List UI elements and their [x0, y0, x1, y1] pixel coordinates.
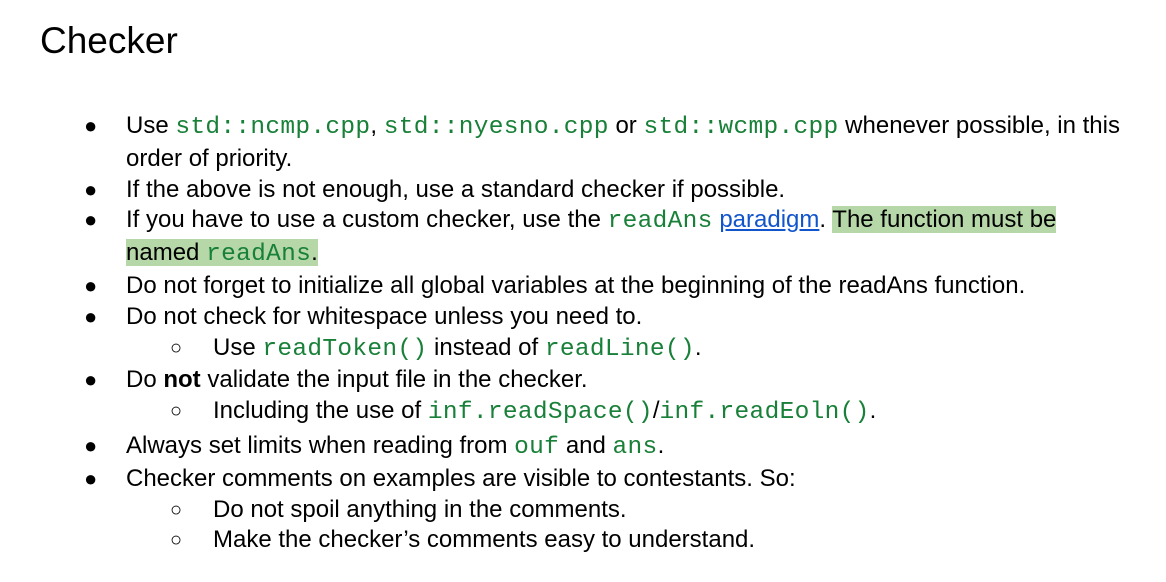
guideline-list: ● Use std::ncmp.cpp, std::nyesno.cpp or … — [0, 111, 1166, 556]
item-text: Use — [126, 112, 176, 139]
code-readtoken: readToken() — [262, 335, 428, 363]
item-text: Do not spoil anything in the comments. — [213, 495, 627, 523]
code-readeoln: inf.readEoln() — [659, 399, 870, 427]
item-text: If you have to use a custom checker, use… — [126, 206, 608, 234]
item-text: , — [370, 112, 384, 139]
bullet-icon: ● — [84, 176, 98, 202]
list-item: ● If you have to use a custom checker, u… — [0, 205, 1166, 271]
bullet-icon: ● — [84, 207, 98, 233]
list-item: ● Use std::ncmp.cpp, std::nyesno.cpp or … — [0, 111, 1166, 175]
item-text: / — [652, 397, 660, 425]
code-ouf: ouf — [514, 433, 560, 461]
code-ans: ans — [612, 433, 658, 461]
item-text: Do — [126, 366, 164, 394]
sub-list-item: ○ Do not spoil anything in the comments. — [0, 495, 1166, 526]
item-text: Including the use of — [213, 397, 428, 425]
list-item: ● If the above is not enough, use a stan… — [0, 175, 1166, 206]
code-readline: readLine() — [544, 335, 695, 363]
item-text: . — [657, 431, 665, 459]
paradigm-link[interactable]: paradigm — [719, 206, 819, 233]
sub-bullet-icon: ○ — [170, 529, 183, 552]
bullet-icon: ● — [84, 367, 98, 393]
list-item: ● Do not forget to initialize all global… — [0, 271, 1166, 302]
sub-bullet-icon: ○ — [170, 400, 183, 423]
list-item: ● Checker comments on examples are visib… — [0, 464, 1166, 495]
sub-list-item: ○ Including the use of inf.readSpace()/i… — [0, 396, 1166, 429]
item-text: . — [694, 333, 702, 361]
item-text: instead of — [427, 333, 545, 361]
item-text: Use — [213, 333, 263, 361]
bullet-icon: ● — [84, 465, 98, 491]
item-text: . — [869, 397, 877, 425]
sub-list-item: ○ Make the checker’s comments easy to un… — [0, 525, 1166, 556]
item-text: or — [608, 112, 644, 139]
list-item: ● Do not check for whitespace unless you… — [0, 302, 1166, 333]
bullet-icon: ● — [84, 432, 98, 458]
item-text: If the above is not enough, use a standa… — [126, 175, 786, 203]
item-text: Always set limits when reading from — [126, 431, 515, 459]
code-ncmp: std::ncmp.cpp — [175, 114, 371, 141]
item-text: Do not check for whitespace unless you n… — [126, 302, 643, 330]
bullet-icon: ● — [84, 113, 98, 138]
code-nyesno: std::nyesno.cpp — [383, 114, 609, 141]
list-item: ● Do not validate the input file in the … — [0, 365, 1166, 396]
item-text: Make the checker’s comments easy to unde… — [213, 526, 756, 554]
code-readspace: inf.readSpace() — [427, 399, 653, 427]
item-text: . — [311, 239, 318, 267]
item-text: . — [819, 206, 833, 234]
bold-text: not — [163, 366, 201, 394]
code-wcmp: std::wcmp.cpp — [643, 114, 839, 141]
code-readans-name: readAns — [206, 241, 312, 269]
item-text: Do not forget to initialize all global v… — [126, 271, 1026, 299]
bullet-icon: ● — [84, 272, 98, 298]
item-text: validate the input file in the checker. — [200, 366, 588, 394]
page-title: Checker — [40, 20, 178, 61]
item-text: Checker comments on examples are visible… — [126, 464, 796, 492]
item-text: and — [559, 431, 613, 459]
bullet-icon: ● — [84, 303, 98, 329]
sub-list-item: ○ Use readToken() instead of readLine(). — [0, 333, 1166, 366]
sub-bullet-icon: ○ — [170, 336, 183, 359]
code-readans: readAns — [607, 208, 713, 236]
list-item: ● Always set limits when reading from ou… — [0, 431, 1166, 464]
sub-bullet-icon: ○ — [170, 498, 183, 521]
